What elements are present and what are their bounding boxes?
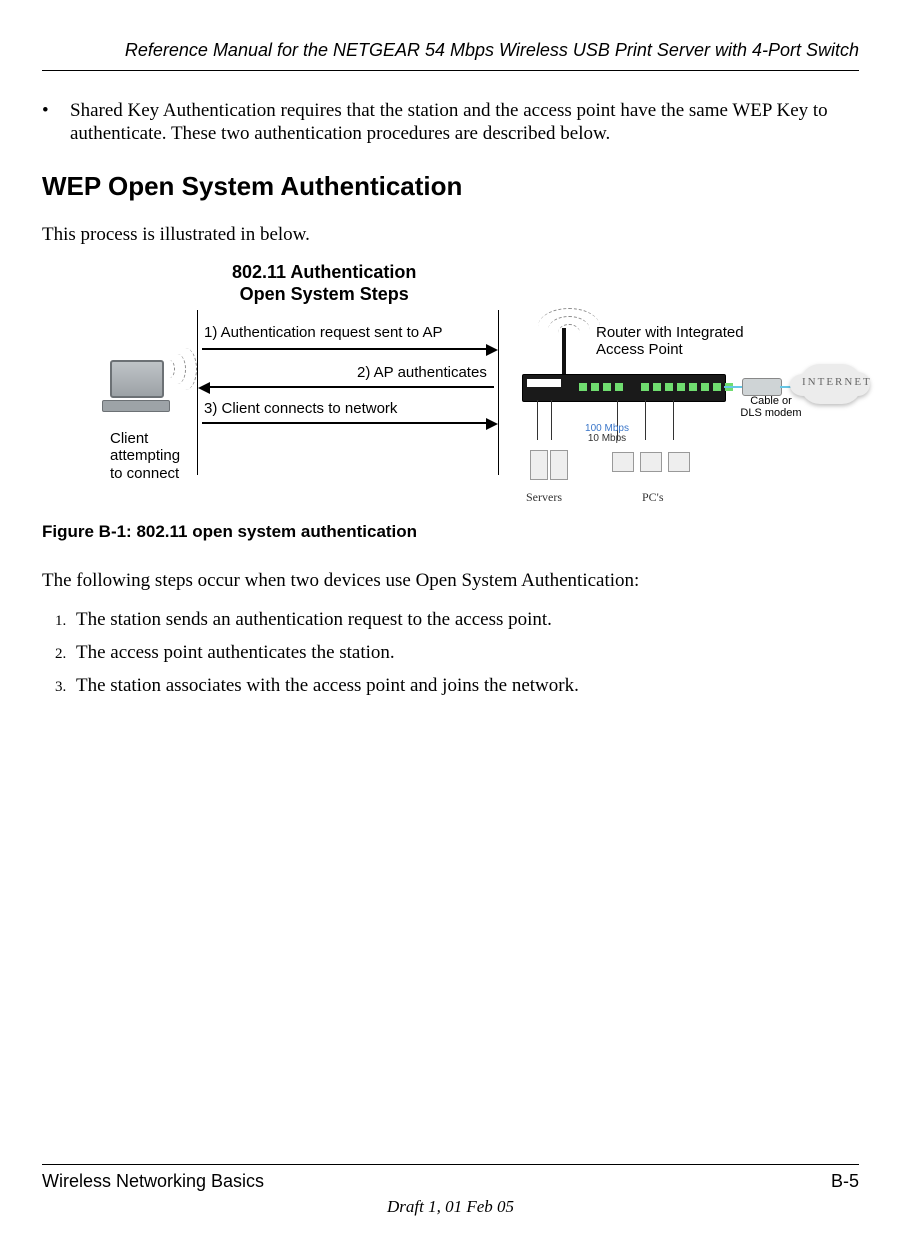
router-label: Router with Integrated Access Point	[596, 324, 744, 359]
figure-caption: Figure B-1: 802.11 open system authentic…	[42, 522, 859, 543]
bullet-text: Shared Key Authentication requires that …	[70, 99, 859, 145]
modem-label: Cable or DLS modem	[736, 396, 806, 419]
modem-icon	[742, 378, 782, 396]
section-heading: WEP Open System Authentication	[42, 171, 859, 203]
figure-b1: 802.11 Authentication Open System Steps …	[42, 262, 859, 502]
pcs-caption: PC's	[642, 490, 664, 505]
figure-step2-label: 2) AP authenticates	[357, 364, 487, 382]
modem-label-l1: Cable or	[750, 395, 792, 407]
pc-icon	[640, 452, 662, 472]
bullet-item: • Shared Key Authentication requires tha…	[42, 99, 859, 145]
figure-arrow-3	[202, 422, 492, 424]
figure-title-line2: Open System Steps	[240, 284, 409, 304]
ap-waves-icon	[532, 304, 606, 338]
figure-title-line1: 802.11 Authentication	[232, 262, 416, 282]
client-label-l2: attempting	[110, 447, 180, 464]
pc-icon	[668, 452, 690, 472]
client-label-l3: to connect	[110, 465, 179, 482]
figure-title: 802.11 Authentication Open System Steps	[232, 262, 416, 305]
pc-icon	[612, 452, 634, 472]
figure-arrow-2	[204, 386, 494, 388]
laptop-icon	[110, 360, 170, 412]
figure-step3-label: 3) Client connects to network	[204, 400, 397, 418]
step-item-3: The station associates with the access p…	[70, 674, 859, 697]
figure-arrow-1	[202, 348, 492, 350]
page-footer: Wireless Networking Basics B-5 Draft 1, …	[42, 1164, 859, 1218]
mbps-10: 10 Mbps	[588, 433, 626, 444]
step-item-1: The station sends an authentication requ…	[70, 608, 859, 631]
intro-paragraph: This process is illustrated in below.	[42, 223, 859, 246]
router-icon	[522, 374, 726, 402]
figure-step1-label: 1) Authentication request sent to AP	[204, 324, 443, 342]
internet-label: INTERNET	[802, 376, 872, 389]
router-diagram: Router with Integrated Access Point Cabl…	[512, 298, 872, 498]
server-icon	[550, 450, 568, 480]
page-header: Reference Manual for the NETGEAR 54 Mbps…	[42, 40, 859, 71]
steps-list: The station sends an authentication requ…	[42, 608, 859, 698]
client-label-l1: Client	[110, 430, 148, 447]
mbps-label: 100 Mbps 10 Mbps	[574, 424, 640, 444]
client-label: Client attempting to connect	[110, 430, 180, 482]
router-ports-icon	[579, 383, 733, 391]
figure-divider-right	[498, 310, 499, 475]
router-label-l2: Access Point	[596, 341, 683, 358]
bullet-marker: •	[42, 99, 70, 145]
footer-page-number: B-5	[831, 1171, 859, 1193]
antenna-icon	[562, 328, 566, 374]
server-icon	[530, 450, 548, 480]
footer-rule	[42, 1164, 859, 1165]
cable-icon	[724, 386, 744, 388]
servers-caption: Servers	[526, 490, 562, 505]
modem-label-l2: DLS modem	[740, 407, 801, 419]
step-item-2: The access point authenticates the stati…	[70, 641, 859, 664]
wireless-waves-icon	[164, 346, 196, 392]
router-label-l1: Router with Integrated	[596, 324, 744, 341]
steps-intro: The following steps occur when two devic…	[42, 569, 859, 592]
footer-left: Wireless Networking Basics	[42, 1171, 264, 1193]
footer-draft: Draft 1, 01 Feb 05	[42, 1197, 859, 1218]
